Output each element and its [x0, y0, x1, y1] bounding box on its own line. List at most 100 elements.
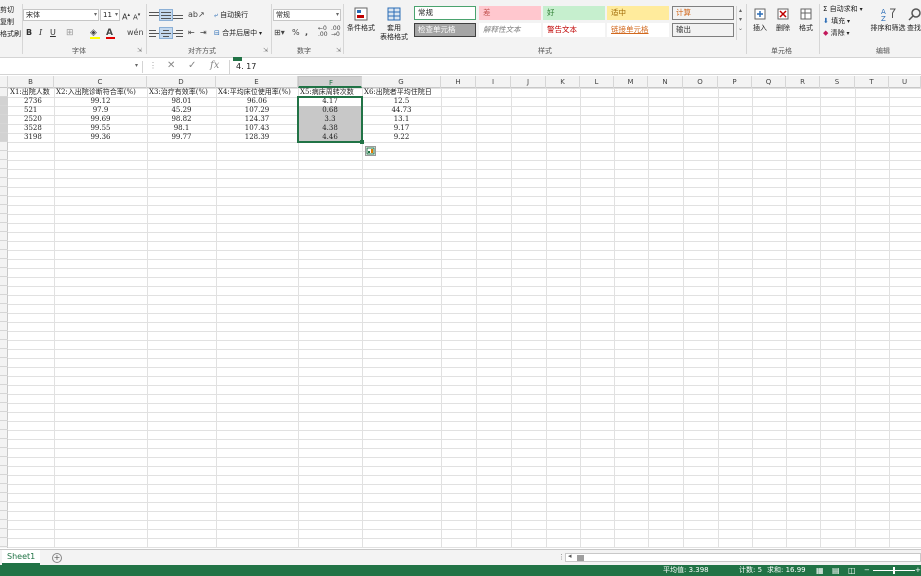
row-header[interactable] [0, 331, 8, 340]
table-cell[interactable]: 99.55 [54, 124, 147, 133]
shrink-font-icon[interactable]: A▾ [133, 9, 140, 23]
table-cell[interactable]: 98.82 [147, 115, 216, 124]
sheet-tab[interactable]: Sheet1 [2, 550, 41, 565]
row-header[interactable] [0, 358, 8, 367]
column-header-c[interactable]: C [54, 76, 147, 88]
percent-icon[interactable]: % [292, 27, 300, 39]
cell-style-8[interactable]: 链接单元格 [607, 23, 669, 37]
row-header[interactable] [0, 403, 8, 412]
insert-button[interactable]: 插入 [749, 6, 771, 33]
row-header[interactable] [0, 313, 8, 322]
align-bottom-icon[interactable] [172, 10, 184, 20]
row-header[interactable] [0, 223, 8, 232]
row-header[interactable] [0, 196, 8, 205]
header-cell[interactable]: X3:治疗有效率(%) [149, 88, 216, 97]
row-header[interactable] [0, 448, 8, 457]
worksheet-grid[interactable]: X1:出院人数 X2:入出院诊断符合率(%) X3:治疗有效率(%) X4:平均床位使… [8, 88, 921, 548]
row-header[interactable] [0, 385, 8, 394]
underline-button[interactable]: U [50, 27, 56, 39]
quick-analysis-icon[interactable] [365, 146, 376, 156]
table-cell[interactable]: 99.77 [147, 133, 216, 142]
copy-button[interactable]: 复制 [0, 16, 22, 28]
row-header[interactable] [0, 133, 8, 142]
chevron-down-icon[interactable]: ▾ [135, 62, 138, 69]
table-cell[interactable]: 96.06 [216, 97, 298, 106]
cell-style-2[interactable]: 好 [543, 6, 605, 20]
clear-button[interactable]: ◆ 清除 ▾ [823, 28, 850, 39]
cell-style-9[interactable]: 输出 [672, 23, 734, 37]
number-format-select[interactable]: 常规 ▾ [273, 9, 341, 21]
gallery-scroll-icon[interactable]: ▴ ▾ ⌄ [736, 6, 744, 40]
conditional-format-button[interactable]: 条件格式 [345, 6, 377, 33]
row-header[interactable] [0, 124, 8, 133]
font-name-select[interactable]: 宋体 ▾ [23, 9, 99, 21]
formula-input[interactable]: 4. 17 [236, 62, 256, 71]
column-header-b[interactable]: B [8, 76, 54, 88]
column-header-k[interactable]: K [546, 76, 580, 88]
header-cell[interactable]: X6:出院者平均住院日 [364, 88, 441, 97]
normal-view-icon[interactable]: ▦ [816, 565, 824, 576]
cell-style-0[interactable]: 常规 [414, 6, 476, 20]
fill-button[interactable]: ⬇ 填充 ▾ [823, 16, 850, 27]
table-cell[interactable]: 128.39 [216, 133, 298, 142]
enter-icon[interactable]: ✓ [188, 60, 196, 71]
cut-button[interactable]: 剪切 [0, 4, 22, 16]
row-header[interactable] [0, 160, 8, 169]
font-size-select[interactable]: 11 ▾ [100, 9, 120, 21]
column-header-g[interactable]: G [362, 76, 441, 88]
column-header-t[interactable]: T [855, 76, 889, 88]
row-header[interactable] [0, 502, 8, 511]
bold-button[interactable]: B [26, 27, 32, 39]
font-color-icon[interactable]: A [106, 27, 115, 39]
cancel-icon[interactable]: ✕ [167, 60, 175, 71]
row-header[interactable] [0, 511, 8, 520]
format-button[interactable]: 格式 [795, 6, 817, 33]
table-cell[interactable]: 12.5 [362, 97, 441, 106]
column-header-h[interactable]: H [441, 76, 476, 88]
column-header-o[interactable]: O [683, 76, 718, 88]
scroll-thumb[interactable] [577, 555, 584, 561]
align-top-icon[interactable] [148, 10, 160, 20]
header-cell[interactable]: X1:出院人数 [10, 88, 54, 97]
cell-style-6[interactable]: 解释性文本 [479, 23, 541, 37]
row-header[interactable] [0, 151, 8, 160]
table-cell[interactable]: 124.37 [216, 115, 298, 124]
scroll-left-icon[interactable]: ◂ [568, 552, 572, 560]
row-header[interactable] [0, 493, 8, 502]
table-cell[interactable]: 99.12 [54, 97, 147, 106]
row-header[interactable] [0, 304, 8, 313]
table-cell[interactable]: 9.17 [362, 124, 441, 133]
align-left-icon[interactable] [148, 28, 160, 38]
column-header-i[interactable]: I [476, 76, 511, 88]
table-cell[interactable]: 9.22 [362, 133, 441, 142]
grow-font-icon[interactable]: A▴ [122, 9, 130, 24]
column-header-f[interactable]: F [298, 76, 362, 88]
dialog-launcher-icon[interactable]: ⇲ [336, 45, 341, 57]
column-header-d[interactable]: D [147, 76, 216, 88]
italic-button[interactable]: I [39, 27, 42, 39]
header-cell[interactable]: X2:入出院诊断符合率(%) [56, 88, 147, 97]
row-header[interactable] [0, 178, 8, 187]
zoom-slider-thumb[interactable] [893, 567, 895, 574]
table-format-button[interactable]: 套用 表格格式 [377, 6, 411, 42]
dialog-launcher-icon[interactable]: ⇲ [263, 45, 268, 57]
column-header-s[interactable]: S [820, 76, 855, 88]
row-header[interactable] [0, 295, 8, 304]
cell-style-4[interactable]: 计算 [672, 6, 734, 20]
indent-decrease-icon[interactable]: ⇤ [188, 27, 195, 39]
table-cell[interactable]: 107.43 [216, 124, 298, 133]
row-header[interactable] [0, 340, 8, 349]
row-header[interactable] [0, 115, 8, 124]
zoom-slider[interactable] [873, 567, 915, 574]
column-header-r[interactable]: R [786, 76, 820, 88]
align-right-icon[interactable] [172, 28, 184, 38]
row-header[interactable] [0, 241, 8, 250]
row-header[interactable] [0, 169, 8, 178]
delete-button[interactable]: 删除 [772, 6, 794, 33]
increase-decimal-icon[interactable]: ←0.00 [318, 26, 328, 38]
row-header[interactable] [0, 484, 8, 493]
row-header[interactable] [0, 286, 8, 295]
column-header-q[interactable]: Q [752, 76, 786, 88]
currency-icon[interactable]: ⊞▾ [274, 27, 285, 39]
row-header[interactable] [0, 187, 8, 196]
